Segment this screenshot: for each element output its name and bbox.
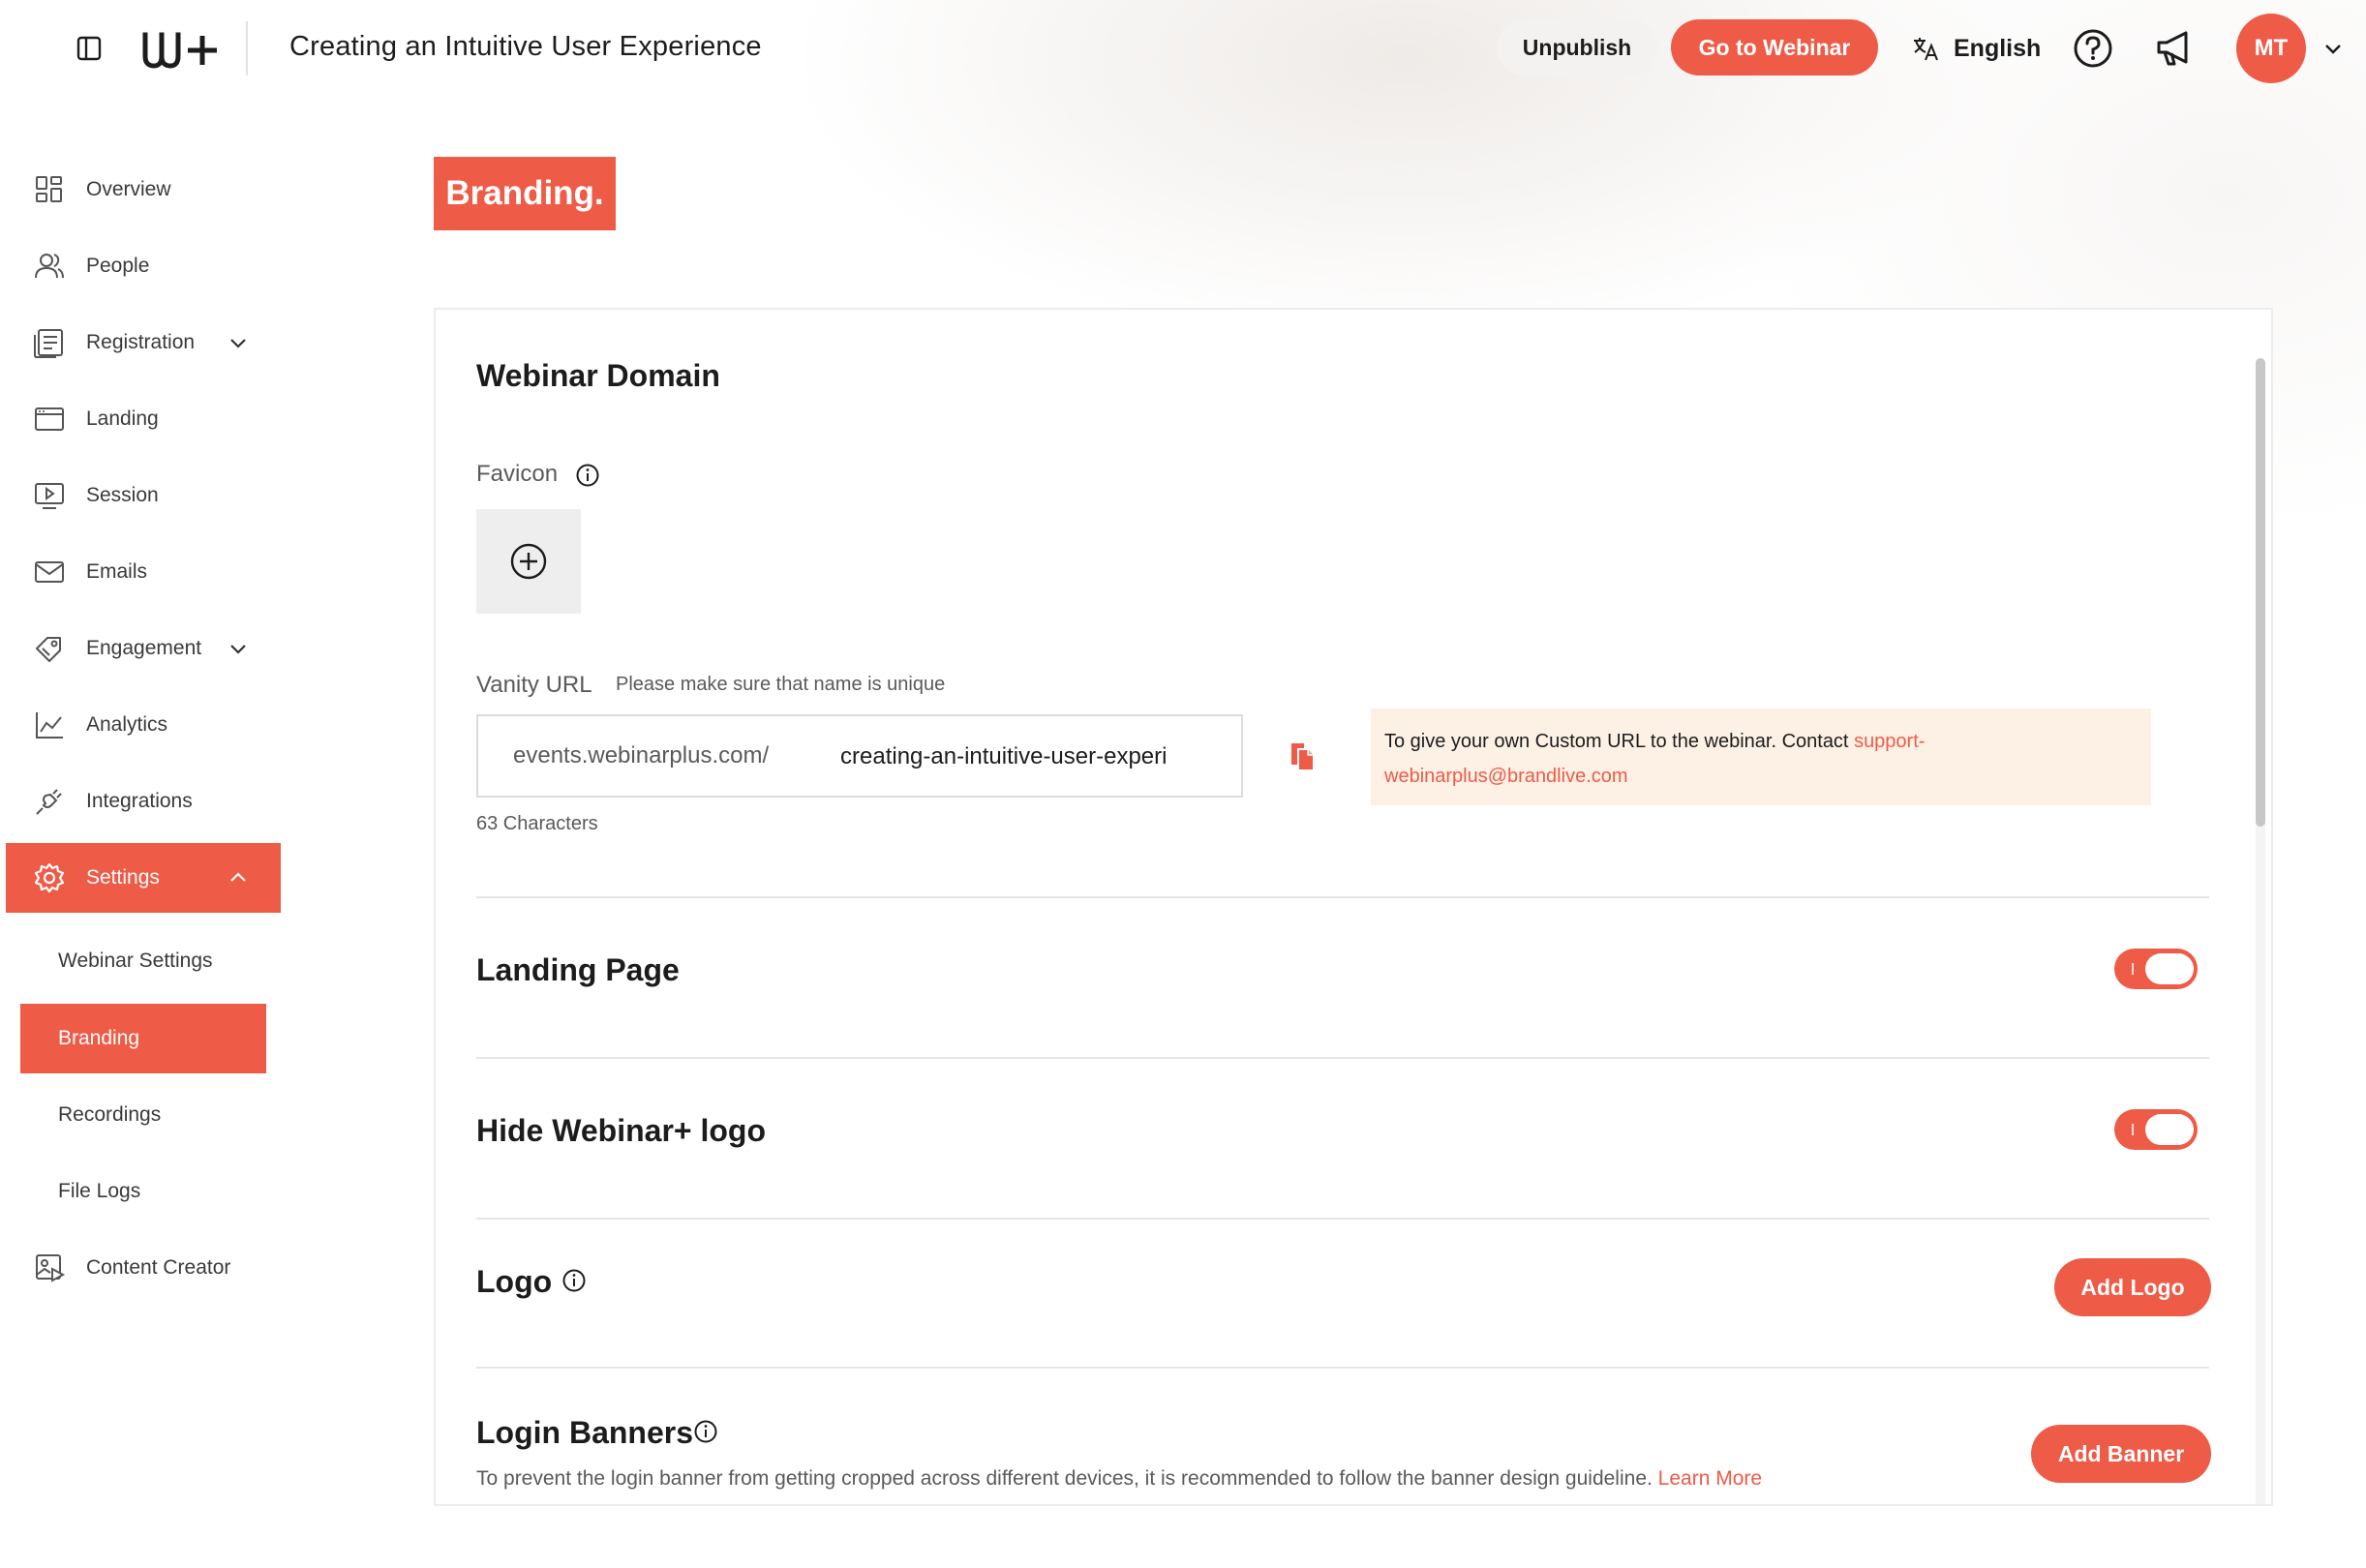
translate-icon [1914,38,1938,61]
info-icon[interactable] [693,1419,718,1444]
copy-icon[interactable] [1288,741,1317,772]
sidebar-item-session[interactable]: Session [6,461,281,530]
add-banner-button[interactable]: Add Banner [2031,1425,2211,1483]
sidebar-item-label: Integrations [86,790,193,812]
sidebar-subitem-file-logs[interactable]: File Logs [20,1157,266,1226]
sidebar-subitem-webinar-settings[interactable]: Webinar Settings [20,926,266,996]
description-text: To prevent the login banner from getting… [476,1467,1658,1490]
toggle-tick [2132,1124,2134,1135]
learn-more-link[interactable]: Learn More [1658,1467,1762,1490]
toggle-knob [2145,1114,2194,1145]
analytics-icon [36,712,63,739]
people-icon [35,254,64,279]
scrollbar-thumb[interactable] [2256,358,2265,827]
content-creator-icon [36,1254,66,1282]
mail-icon [35,561,64,583]
landing-page-toggle[interactable] [2114,949,2198,989]
megaphone-icon[interactable] [2153,27,2196,70]
section-divider [476,1367,2209,1369]
plug-icon [36,789,62,815]
sidebar-item-content-creator[interactable]: Content Creator [6,1233,281,1303]
sidebar-item-label: Session [86,484,159,506]
sidebar-item-integrations[interactable]: Integrations [6,767,281,836]
browser-icon [35,407,64,431]
hide-logo-title: Hide Webinar+ logo [476,1113,766,1148]
support-email-link[interactable]: support- [1854,731,1925,752]
favicon-upload[interactable] [476,509,581,614]
language-selector[interactable]: English [1911,27,2041,70]
sidebar-item-label: Settings [86,866,160,889]
toggle-tick [2132,963,2134,975]
sidebar-subitem-label: Recordings [58,1103,162,1126]
top-header: Creating an Intuitive User Experience Un… [0,0,2366,97]
section-divider [476,1218,2209,1220]
favicon-label: Favicon [476,461,559,487]
webinarplus-logo[interactable] [141,27,221,72]
info-icon[interactable] [575,463,600,488]
sidebar-subitem-branding[interactable]: Branding [20,1004,266,1073]
chevron-down-icon [230,339,246,348]
add-circle-icon [510,543,547,580]
section-divider [476,896,2209,898]
video-icon [35,483,64,509]
notice-text: To give your own Custom URL to the webin… [1384,731,1855,752]
sidebar-item-label: Engagement [86,637,202,659]
sidebar-item-label: People [86,255,150,277]
sidebar-item-landing[interactable]: Landing [6,384,281,454]
sidebar-item-engagement[interactable]: Engagement [6,614,281,683]
url-prefix: events.webinarplus.com/ [513,742,770,769]
landing-page-title: Landing Page [476,952,680,987]
logo-title: Logo [476,1264,553,1299]
toggle-knob [2145,953,2194,984]
sidebar-item-label: Overview [86,178,171,200]
vanity-url-field[interactable]: events.webinarplus.com/ [476,714,1243,798]
info-icon[interactable] [561,1268,587,1293]
engagement-icon [36,637,61,662]
sidebar-item-label: Analytics [86,713,168,736]
sidebar-item-label: Registration [86,331,196,353]
header-divider [246,21,248,75]
login-banners-title: Login Banners [476,1415,694,1450]
sidebar-item-settings[interactable]: Settings [6,843,281,913]
sidebar-item-overview[interactable]: Overview [6,155,281,225]
language-label: English [1954,34,2042,62]
sidebar-item-label: Landing [86,407,159,430]
chevron-up-icon [230,872,246,882]
grid-icon [36,176,62,202]
sidebar-subitem-label: File Logs [58,1180,141,1202]
sidebar-item-label: Content Creator [86,1256,231,1279]
chevron-down-icon[interactable] [2321,37,2345,60]
webinar-title: Creating an Intuitive User Experience [289,31,762,62]
user-avatar[interactable]: MT [2236,14,2306,83]
chevron-down-icon [230,645,246,654]
section-divider [476,1057,2209,1059]
sidebar-item-people[interactable]: People [6,231,281,301]
branding-card: Webinar Domain Favicon Vanity URL Please… [434,308,2273,1506]
sidebar-item-analytics[interactable]: Analytics [6,690,281,760]
vanity-url-input[interactable] [840,736,1224,778]
sidebar-subitem-label: Branding [58,1027,140,1049]
unpublish-button[interactable]: Unpublish [1497,19,1657,75]
help-icon[interactable] [2072,27,2114,70]
sidebar-item-registration[interactable]: Registration [6,308,281,377]
sidebar-subitem-recordings[interactable]: Recordings [20,1080,266,1150]
sidebar-item-label: Emails [86,560,148,583]
vanity-url-hint: Please make sure that name is unique [616,674,946,695]
go-to-webinar-button[interactable]: Go to Webinar [1671,19,1878,75]
form-icon [34,329,63,358]
character-count: 63 Characters [476,813,598,834]
sidebar-item-emails[interactable]: Emails [6,537,281,607]
login-banner-description: To prevent the login banner from getting… [476,1467,1762,1491]
gear-icon [34,862,65,893]
add-logo-button[interactable]: Add Logo [2054,1258,2211,1316]
vanity-url-label: Vanity URL [476,672,592,698]
sidebar-toggle-icon[interactable] [76,35,103,62]
support-email-link-cont[interactable]: webinarplus@brandlive.com [1384,766,1628,787]
webinar-domain-title: Webinar Domain [476,358,720,393]
page-title: Branding. [434,157,616,230]
custom-url-notice: To give your own Custom URL to the webin… [1371,709,2151,805]
sidebar-subitem-label: Webinar Settings [58,950,213,972]
hide-logo-toggle[interactable] [2114,1109,2198,1150]
